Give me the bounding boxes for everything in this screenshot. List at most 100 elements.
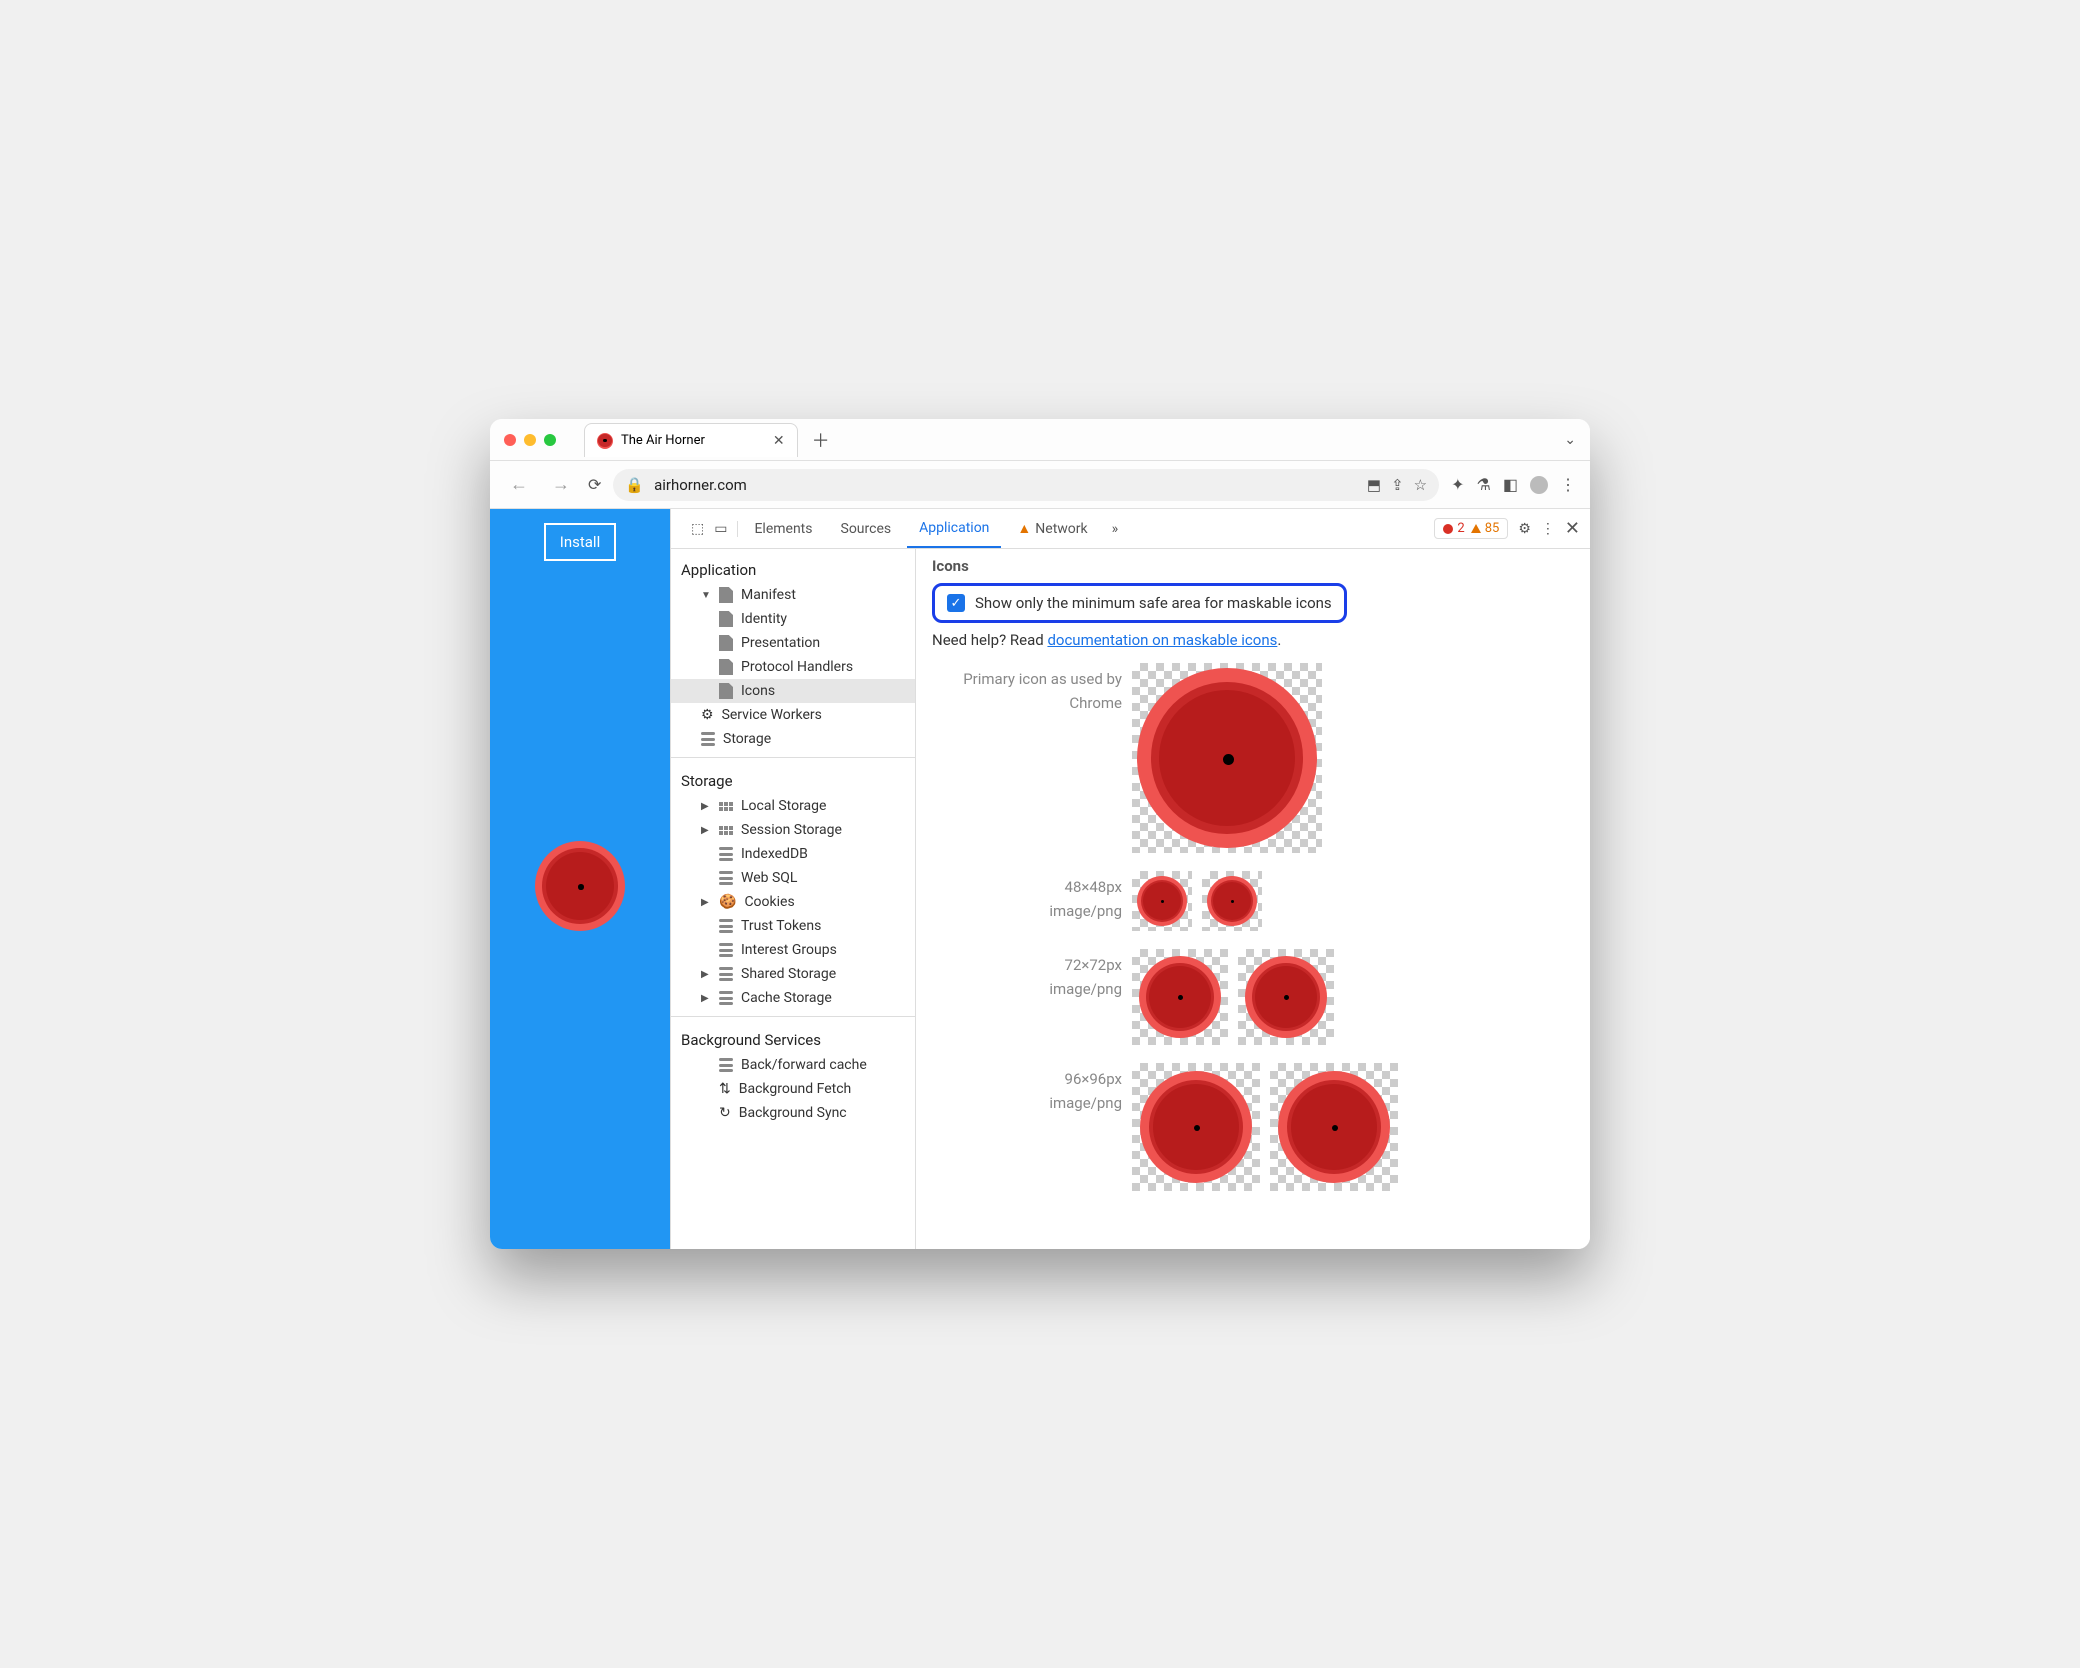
close-tab-button[interactable]: ✕ [773,433,785,449]
table-icon [719,802,733,811]
tab-sources[interactable]: Sources [829,511,904,547]
settings-icon[interactable]: ⚙ [1518,521,1531,537]
sidebar-item-interest-groups[interactable]: Interest Groups [671,938,915,962]
sidebar-item-cache-storage[interactable]: ▶Cache Storage [671,986,915,1010]
checkbox-label: Show only the minimum safe area for mask… [975,594,1332,612]
address-bar: ← → ⟳ 🔒 airhorner.com ⬒ ⇪ ☆ ✦ ⚗ ◧ ⋮ [490,461,1590,509]
install-pwa-icon[interactable]: ⬒ [1367,476,1381,494]
icon-label: 72×72px image/png [932,949,1122,1001]
webpage-viewport: Install [490,509,670,1249]
devtools-tabs: ⬚ ▭ Elements Sources Application ▲Networ… [671,509,1590,549]
icon-label: 48×48px image/png [932,871,1122,923]
sidebar-item-bg-sync[interactable]: ↻Background Sync [671,1101,915,1125]
sidebar-item-service-workers[interactable]: ⚙Service Workers [671,703,915,727]
help-link[interactable]: documentation on maskable icons [1047,631,1277,649]
sidebar-item-local-storage[interactable]: ▶Local Storage [671,794,915,818]
icon-label: 96×96px image/png [932,1063,1122,1115]
extensions-icon[interactable]: ✦ [1451,475,1464,494]
sidebar-item-indexeddb[interactable]: IndexedDB [671,842,915,866]
sidebar-item-trust-tokens[interactable]: Trust Tokens [671,914,915,938]
labs-icon[interactable]: ⚗ [1477,475,1491,494]
chrome-menu-icon[interactable]: ⋮ [1560,475,1576,494]
icon-row-48: 48×48px image/png [932,871,1574,931]
browser-window: The Air Horner ✕ ＋ ⌄ ← → ⟳ 🔒 airhorner.c… [490,419,1590,1249]
tab-elements[interactable]: Elements [742,511,824,547]
device-toolbar-icon[interactable]: ▭ [714,521,727,537]
chrome-actions: ✦ ⚗ ◧ ⋮ [1451,475,1576,494]
browser-tab[interactable]: The Air Horner ✕ [584,423,798,457]
chevron-right-icon: ▶ [701,993,711,1004]
sidebar-item-identity[interactable]: Identity [671,607,915,631]
tab-strip: The Air Horner ✕ ＋ [584,423,1564,456]
icon-preview [1270,1063,1398,1191]
file-icon [719,683,733,699]
icon-preview [1132,949,1228,1045]
tab-title: The Air Horner [621,433,705,448]
sidebar-item-presentation[interactable]: Presentation [671,631,915,655]
file-icon [719,587,733,603]
warning-icon [1471,524,1481,533]
title-bar: The Air Horner ✕ ＋ ⌄ [490,419,1590,461]
omnibox[interactable]: 🔒 airhorner.com ⬒ ⇪ ☆ [613,469,1439,501]
minimize-window-button[interactable] [524,434,536,446]
devtools-menu-icon[interactable]: ⋮ [1541,521,1555,537]
sidebar-item-protocol-handlers[interactable]: Protocol Handlers [671,655,915,679]
sidebar-item-session-storage[interactable]: ▶Session Storage [671,818,915,842]
icon-row-primary: Primary icon as used by Chrome [932,663,1574,853]
chevron-right-icon: ▶ [701,897,711,908]
sidebar-item-storage[interactable]: Storage [671,727,915,751]
install-button[interactable]: Install [544,523,616,561]
tab-application[interactable]: Application [907,510,1001,548]
checkbox-checked-icon[interactable]: ✓ [947,594,965,612]
devtools-body: Application ▼Manifest Identity Presentat… [671,549,1590,1249]
close-devtools-button[interactable]: ✕ [1565,518,1580,539]
icon-row-72: 72×72px image/png [932,949,1574,1045]
maskable-checkbox-row[interactable]: ✓ Show only the minimum safe area for ma… [932,583,1347,623]
back-button[interactable]: ← [504,470,534,499]
inspect-tools: ⬚ ▭ [681,521,738,537]
air-horn-graphic[interactable] [535,841,625,931]
icon-row-96: 96×96px image/png [932,1063,1574,1191]
sidebar-item-cookies[interactable]: ▶🍪Cookies [671,890,915,914]
content-area: Install ⬚ ▭ Elements Sources Application… [490,509,1590,1249]
share-icon[interactable]: ⇪ [1391,476,1404,494]
issue-counter[interactable]: 2 85 [1434,518,1508,539]
database-icon [719,943,733,957]
tab-network[interactable]: ▲Network [1005,510,1099,547]
database-icon [719,991,733,1005]
error-icon [1443,524,1453,534]
more-tabs-button[interactable]: » [1104,521,1127,537]
reload-button[interactable]: ⟳ [588,475,601,494]
icon-preview [1132,663,1322,853]
new-tab-button[interactable]: ＋ [812,427,830,453]
close-window-button[interactable] [504,434,516,446]
window-controls [504,434,556,446]
database-icon [719,871,733,885]
sidebar-item-manifest[interactable]: ▼Manifest [671,583,915,607]
table-icon [719,826,733,835]
icon-preview [1132,1063,1260,1191]
side-panel-icon[interactable]: ◧ [1503,475,1518,494]
sidebar-item-websql[interactable]: Web SQL [671,866,915,890]
bookmark-icon[interactable]: ☆ [1414,476,1427,494]
sidebar-item-shared-storage[interactable]: ▶Shared Storage [671,962,915,986]
sidebar-item-back-fwd-cache[interactable]: Back/forward cache [671,1053,915,1077]
tab-search-button[interactable]: ⌄ [1564,432,1576,448]
gear-icon: ⚙ [701,707,714,723]
help-text: Need help? Read documentation on maskabl… [932,631,1574,649]
maximize-window-button[interactable] [544,434,556,446]
sidebar-item-icons[interactable]: Icons [671,679,915,703]
sidebar-section-storage: Storage [671,764,915,794]
inspect-element-icon[interactable]: ⬚ [691,521,704,537]
chevron-right-icon: ▶ [701,801,711,812]
profile-avatar[interactable] [1530,476,1548,494]
file-icon [719,635,733,651]
sidebar-section-bg-services: Background Services [671,1023,915,1053]
lock-icon: 🔒 [625,476,644,494]
url-text: airhorner.com [654,476,747,494]
database-icon [719,847,733,861]
favicon [597,433,613,449]
forward-button[interactable]: → [546,470,576,499]
sidebar-item-bg-fetch[interactable]: ⇅Background Fetch [671,1077,915,1101]
file-icon [719,659,733,675]
